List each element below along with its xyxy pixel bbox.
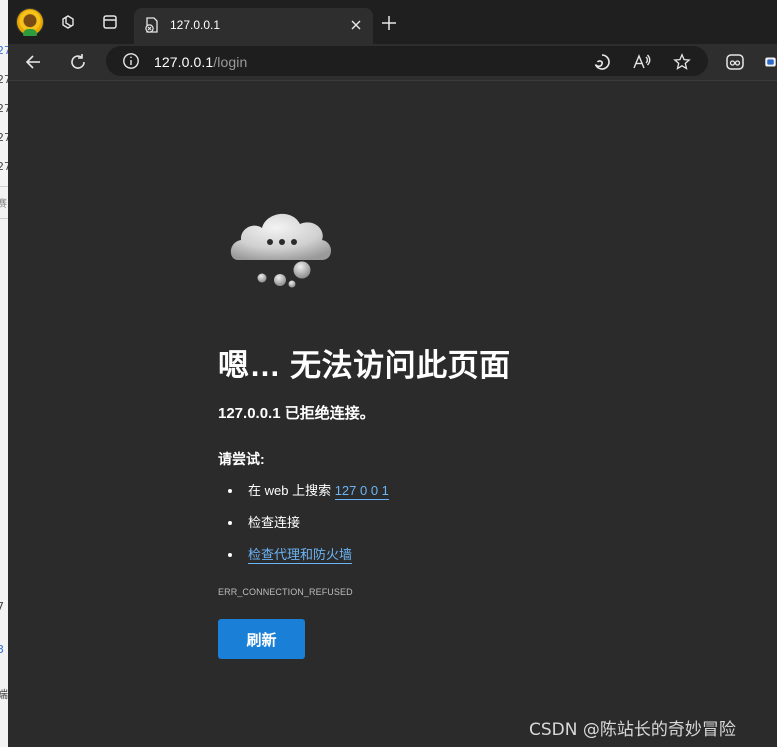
read-aloud-icon[interactable] xyxy=(632,52,652,72)
suggestion-check-connection: 检查连接 xyxy=(228,514,389,546)
navigation-toolbar: 127.0.0.1/login xyxy=(8,44,777,81)
suggestion-list: 在 web 上搜索 127 0 0 1 检查连接 检查代理和防火墙 xyxy=(228,482,389,578)
background-text-fragment: 27 xyxy=(0,160,8,173)
profile-avatar[interactable] xyxy=(17,9,43,36)
workspaces-icon[interactable] xyxy=(58,12,78,32)
tab-error-favicon xyxy=(144,17,160,33)
tab-active[interactable]: 127.0.0.1 xyxy=(134,8,373,44)
cloud-illustration xyxy=(230,213,331,288)
background-window-strip: 27 27 27 27 27 赛 7 3 端 xyxy=(0,0,8,747)
close-icon[interactable] xyxy=(347,16,365,34)
tab-title: 127.0.0.1 xyxy=(170,18,221,32)
url-host: 127.0.0.1 xyxy=(154,54,214,70)
bullet xyxy=(228,553,232,557)
browser-essentials-icon[interactable] xyxy=(592,52,612,72)
background-text-fragment: 端 xyxy=(0,688,8,701)
url-text[interactable]: 127.0.0.1/login xyxy=(154,54,247,70)
try-label: 请尝试: xyxy=(218,451,265,467)
tab-strip: 127.0.0.1 xyxy=(8,0,777,44)
error-heading: 嗯… 无法访问此页面 xyxy=(218,348,511,383)
check-proxy-firewall-link[interactable]: 检查代理和防火墙 xyxy=(248,547,353,564)
refused-message: 127.0.0.1 已拒绝连接。 xyxy=(218,405,375,422)
background-divider xyxy=(0,218,8,219)
plus-icon[interactable] xyxy=(380,14,398,32)
url-path: /login xyxy=(213,54,248,70)
background-text-fragment: 27 xyxy=(0,44,8,57)
background-text-fragment: 7 xyxy=(0,600,4,613)
extension-icon[interactable] xyxy=(724,51,746,73)
search-web-link[interactable]: 127 0 0 1 xyxy=(334,483,389,500)
background-text-fragment: 3 xyxy=(0,643,4,656)
bullet xyxy=(228,489,232,493)
suggestion-search: 在 web 上搜索 127 0 0 1 xyxy=(228,482,389,514)
suggestion-proxy-firewall: 检查代理和防火墙 xyxy=(228,546,389,578)
watermark: CSDN @陈站长的奇妙冒险 xyxy=(529,720,736,740)
error-code: ERR_CONNECTION_REFUSED xyxy=(218,587,353,597)
background-text-fragment: 赛 xyxy=(0,199,7,210)
background-text-fragment: 27 xyxy=(0,73,8,86)
refresh-button[interactable]: 刷新 xyxy=(218,619,305,659)
background-divider xyxy=(0,186,8,187)
background-text-fragment: 27 xyxy=(0,131,8,144)
tab-actions-icon[interactable] xyxy=(100,12,120,32)
refresh-icon[interactable] xyxy=(66,50,90,74)
bullet xyxy=(228,521,232,525)
background-text-fragment: 27 xyxy=(0,102,8,115)
back-icon[interactable] xyxy=(21,50,45,74)
favorite-star-icon[interactable] xyxy=(672,52,692,72)
extension-partial-icon[interactable] xyxy=(764,51,777,73)
address-bar[interactable]: 127.0.0.1/login xyxy=(106,46,708,76)
suggestion-check-connection-text: 检查连接 xyxy=(248,515,301,530)
info-icon[interactable] xyxy=(122,52,140,70)
suggestion-search-prefix: 在 web 上搜索 xyxy=(248,483,335,498)
